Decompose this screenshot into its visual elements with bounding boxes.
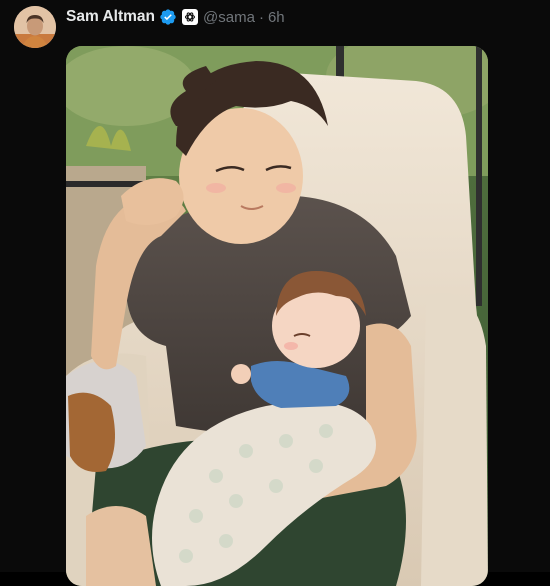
illustration <box>66 46 488 586</box>
tweet: Sam Altman @sama · 6h <box>0 0 550 586</box>
author-name[interactable]: Sam Altman <box>66 8 155 26</box>
openai-affiliation-icon[interactable] <box>182 9 199 25</box>
author-handle[interactable]: @sama <box>203 9 255 26</box>
header-separator: · <box>258 8 264 26</box>
post-timestamp[interactable]: 6h <box>268 9 285 26</box>
post-image[interactable] <box>66 46 488 586</box>
verified-badge-icon[interactable] <box>159 8 177 26</box>
tweet-header: Sam Altman @sama · 6h <box>66 6 285 28</box>
author-avatar[interactable] <box>14 6 56 48</box>
